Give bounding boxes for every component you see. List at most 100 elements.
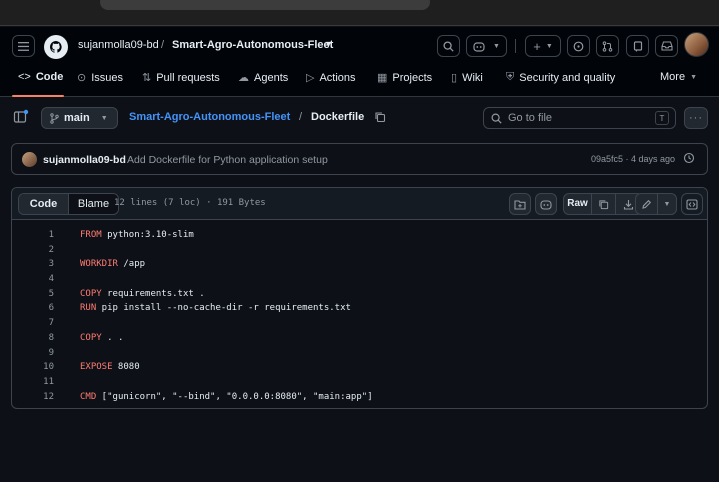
ask-copilot-button[interactable] bbox=[535, 193, 557, 215]
line-number[interactable]: 1 bbox=[12, 228, 54, 243]
code-icon: <> bbox=[18, 71, 31, 83]
symbols-panel-button[interactable] bbox=[681, 193, 703, 215]
github-logo-icon[interactable] bbox=[44, 35, 68, 59]
go-to-file-placeholder: Go to file bbox=[508, 112, 553, 124]
copy-path-button[interactable] bbox=[374, 111, 386, 126]
tab-pull-requests[interactable]: ⇅ Pull requests bbox=[142, 71, 220, 85]
commit-author-link[interactable]: sujanmolla09-bd bbox=[43, 154, 126, 166]
tab-projects[interactable]: ▦ Projects bbox=[377, 71, 432, 85]
table-icon: ▦ bbox=[377, 72, 388, 84]
edit-button[interactable] bbox=[636, 194, 658, 214]
code-line: 10 EXPOSE 8080 bbox=[12, 360, 707, 375]
code-line: 12 CMD ["gunicorn", "--bind", "0.0.0.0:80… bbox=[12, 390, 707, 405]
shield-icon: ⛨ bbox=[506, 71, 515, 83]
code-view-button[interactable]: Code bbox=[19, 194, 69, 214]
line-arguments: pip install --no-cache-dir -r requiremen… bbox=[96, 303, 351, 314]
commit-author-avatar[interactable] bbox=[22, 152, 37, 167]
copy-icon bbox=[599, 199, 609, 209]
dockerfile-keyword: RUN bbox=[80, 303, 97, 314]
line-number[interactable]: 2 bbox=[12, 243, 54, 258]
user-avatar[interactable] bbox=[684, 32, 709, 57]
tab-security-label: Security and quality bbox=[519, 71, 616, 84]
line-number[interactable]: 9 bbox=[12, 346, 54, 361]
browser-address-pill[interactable] bbox=[100, 0, 430, 10]
line-number[interactable]: 12 bbox=[12, 390, 54, 405]
pull-requests-button[interactable] bbox=[596, 35, 619, 57]
copilot-icon bbox=[473, 41, 485, 52]
dockerfile-keyword: COPY bbox=[80, 332, 102, 343]
commit-meta[interactable]: 09a5fc5 · 4 days ago bbox=[591, 154, 675, 164]
line-number[interactable]: 10 bbox=[12, 360, 54, 375]
line-number[interactable]: 11 bbox=[12, 375, 54, 390]
create-new-button[interactable]: + ▼ bbox=[525, 35, 561, 57]
hamburger-menu-button[interactable] bbox=[12, 35, 35, 57]
search-button[interactable] bbox=[437, 35, 460, 57]
create-dropdown-icon: ▼ bbox=[545, 42, 553, 50]
tab-actions[interactable]: ▷ Actions bbox=[306, 71, 356, 85]
code-viewer-header: Code Blame 12 lines (7 loc) · 191 Bytes … bbox=[12, 188, 707, 220]
tab-wiki[interactable]: ▯ Wiki bbox=[451, 71, 483, 85]
active-tab-indicator bbox=[12, 95, 64, 97]
code-square-icon bbox=[686, 198, 698, 210]
tab-security[interactable]: ⛨ Security and quality bbox=[506, 71, 615, 84]
copy-icon bbox=[375, 112, 386, 123]
tab-issues-label: Issues bbox=[91, 71, 124, 84]
copilot-icon bbox=[540, 199, 552, 210]
repo-header: sujanmolla09-bd / Smart-Agro-Autonomous-… bbox=[0, 27, 719, 97]
line-arguments: /app bbox=[117, 259, 146, 270]
search-icon bbox=[491, 112, 502, 124]
go-to-file-input[interactable]: Go to file T bbox=[483, 107, 676, 129]
line-number[interactable]: 7 bbox=[12, 316, 54, 331]
repo-dropdown-icon[interactable]: ▼ bbox=[324, 39, 333, 49]
repositories-button[interactable] bbox=[626, 35, 649, 57]
code-line: 6 RUN pip install --no-cache-dir -r requi… bbox=[12, 301, 707, 316]
branch-selector-button[interactable]: main ▼ bbox=[41, 107, 118, 129]
tab-agents[interactable]: ☁ Agents bbox=[238, 71, 288, 85]
agents-icon: ☁ bbox=[238, 72, 249, 84]
code-line: 2 bbox=[12, 243, 707, 258]
tab-actions-label: Actions bbox=[319, 71, 356, 84]
breadcrumb-separator: / bbox=[161, 39, 165, 51]
blame-view-button[interactable]: Blame bbox=[69, 194, 118, 214]
issue-icon: ⊙ bbox=[77, 72, 87, 84]
more-options-button[interactable]: ··· bbox=[684, 107, 708, 129]
git-branch-icon bbox=[50, 112, 59, 124]
commit-message-link[interactable]: Add Dockerfile for Python application se… bbox=[127, 154, 328, 166]
inbox-button[interactable] bbox=[655, 35, 678, 57]
repo-name-link[interactable]: Smart-Agro-Autonomous-Fleet bbox=[172, 39, 333, 51]
sidebar-expand-icon bbox=[13, 109, 29, 123]
tab-code[interactable]: <> Code bbox=[18, 71, 63, 83]
copilot-button[interactable]: ▼ bbox=[466, 35, 507, 57]
side-panel-button[interactable] bbox=[13, 109, 33, 129]
owner-link[interactable]: sujanmolla09-bd bbox=[78, 39, 159, 51]
copilot-dropdown-icon: ▼ bbox=[493, 42, 500, 50]
line-number[interactable]: 3 bbox=[12, 257, 54, 272]
issue-opened-icon bbox=[573, 41, 584, 51]
copy-raw-button[interactable] bbox=[592, 194, 616, 214]
edit-dropdown-icon[interactable]: ▼ bbox=[658, 201, 676, 208]
raw-button[interactable]: Raw bbox=[564, 194, 592, 214]
file-name: Dockerfile bbox=[311, 111, 365, 123]
line-number[interactable]: 5 bbox=[12, 287, 54, 302]
code-lines: 1 FROM python:3.10-slim 2 3 WORKDIR /app 4 5 CO… bbox=[12, 228, 707, 405]
path-repo-link[interactable]: Smart-Agro-Autonomous-Fleet bbox=[129, 111, 290, 123]
line-number[interactable]: 6 bbox=[12, 301, 54, 316]
line-number[interactable]: 8 bbox=[12, 331, 54, 346]
line-content: CMD ["gunicorn", "--bind", "0.0.0.0:8080… bbox=[80, 390, 373, 405]
code-line: 7 bbox=[12, 316, 707, 331]
tab-more[interactable]: More ▼ bbox=[660, 71, 697, 83]
issues-button[interactable] bbox=[567, 35, 590, 57]
line-number[interactable]: 4 bbox=[12, 272, 54, 287]
line-content: COPY . . bbox=[80, 331, 123, 346]
raw-copy-download-group: Raw bbox=[563, 193, 643, 215]
file-path-bar: main ▼ Smart-Agro-Autonomous-Fleet / Doc… bbox=[0, 98, 719, 140]
dockerfile-keyword: COPY bbox=[80, 288, 102, 299]
line-content: COPY requirements.txt . bbox=[80, 287, 205, 302]
book-icon: ▯ bbox=[451, 72, 458, 84]
history-icon[interactable] bbox=[683, 152, 695, 167]
add-to-copilot-button[interactable] bbox=[509, 193, 531, 215]
tab-issues[interactable]: ⊙ Issues bbox=[77, 71, 124, 85]
dockerfile-keyword: WORKDIR bbox=[80, 259, 118, 270]
latest-commit-box: sujanmolla09-bd Add Dockerfile for Pytho… bbox=[11, 143, 708, 175]
download-icon bbox=[623, 199, 633, 210]
